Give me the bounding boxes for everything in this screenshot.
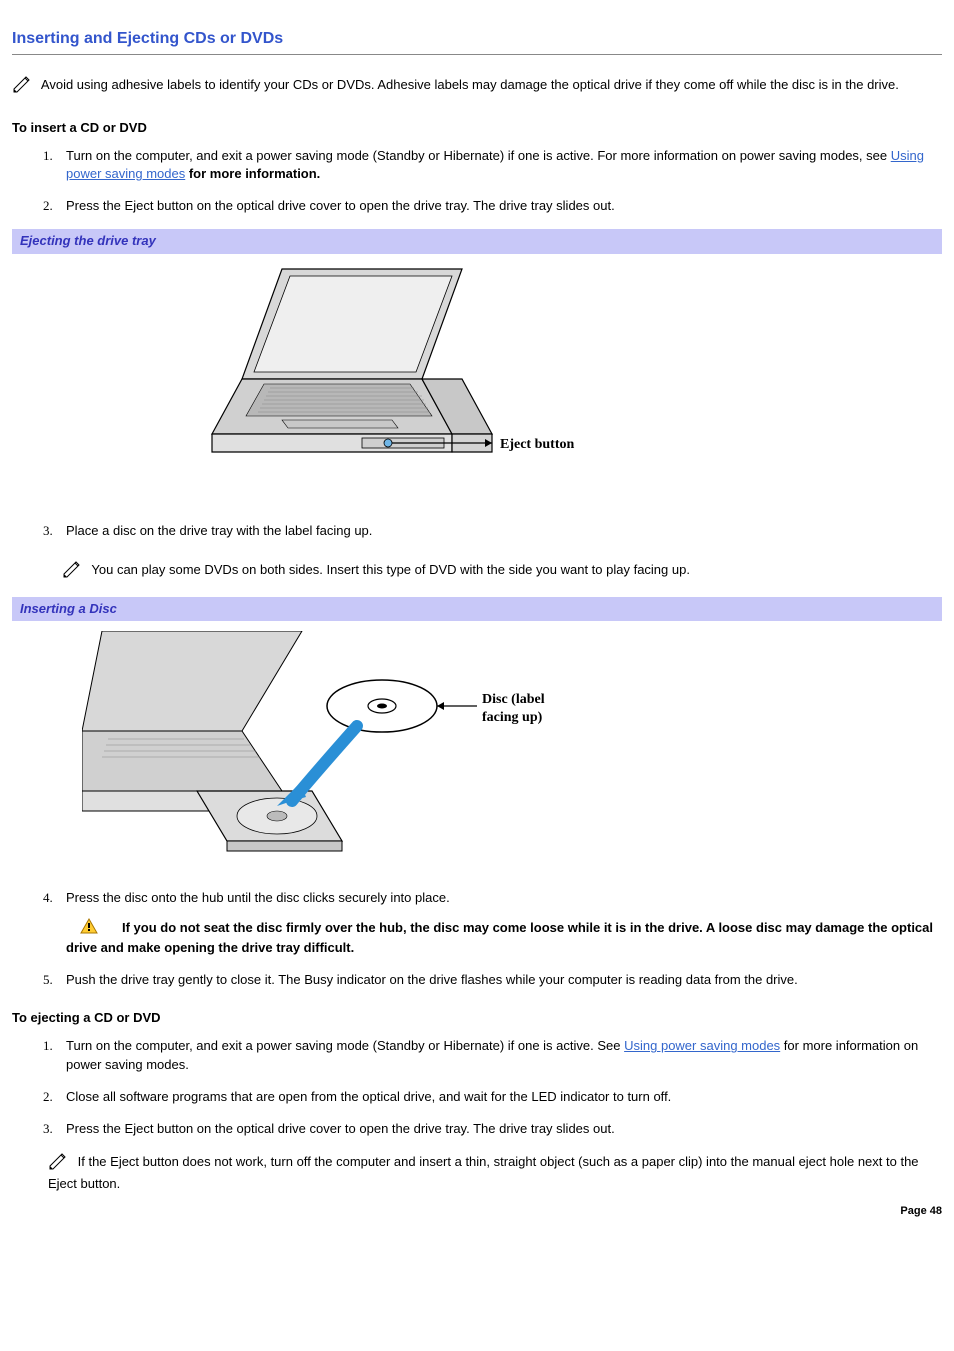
insert-step-3: Place a disc on the drive tray with the … — [56, 522, 942, 583]
figure2: Disc (label facing up) — [12, 621, 942, 881]
figure1-caption: Ejecting the drive tray — [12, 229, 942, 253]
eject-steps-list: Turn on the computer, and exit a power s… — [12, 1037, 942, 1138]
eject-step1-pre: Turn on the computer, and exit a power s… — [66, 1038, 624, 1053]
eject-note-text: If the Eject button does not work, turn … — [48, 1154, 919, 1191]
warning-icon — [80, 918, 98, 939]
insert-step3-note: You can play some DVDs on both sides. In… — [62, 560, 942, 583]
pencil-note-icon — [62, 560, 84, 583]
insert-step1-post: for more information. — [185, 166, 320, 181]
eject-heading: To ejecting a CD or DVD — [12, 1009, 942, 1027]
figure2-label-line2: facing up) — [482, 710, 543, 725]
figure2-label-line1: Disc (label — [482, 692, 545, 707]
intro-note-text: Avoid using adhesive labels to identify … — [41, 77, 899, 92]
insert-step3-note-text: You can play some DVDs on both sides. In… — [91, 562, 690, 577]
intro-note: Avoid using adhesive labels to identify … — [12, 75, 942, 98]
insert-step4-text: Press the disc onto the hub until the di… — [66, 890, 450, 905]
pencil-note-icon — [48, 1152, 70, 1175]
insert-heading: To insert a CD or DVD — [12, 119, 942, 137]
insert-steps-list-cont2: Press the disc onto the hub until the di… — [12, 889, 942, 989]
eject-step-2: Close all software programs that are ope… — [56, 1088, 942, 1106]
page-number: Page 48 — [12, 1204, 942, 1219]
insert-steps-list: Turn on the computer, and exit a power s… — [12, 147, 942, 216]
insert-steps-list-cont: Place a disc on the drive tray with the … — [12, 522, 942, 583]
figure2-caption: Inserting a Disc — [12, 597, 942, 621]
figure1: Eject button — [12, 254, 942, 514]
title-divider — [12, 54, 942, 55]
insert-step-1: Turn on the computer, and exit a power s… — [56, 147, 942, 183]
figure1-label: Eject button — [500, 437, 574, 452]
warning-text: If you do not seat the disc firmly over … — [66, 920, 933, 955]
insert-step-4: Press the disc onto the hub until the di… — [56, 889, 942, 957]
link-power-saving-modes-2[interactable]: Using power saving modes — [624, 1038, 780, 1053]
eject-note: If the Eject button does not work, turn … — [48, 1152, 942, 1193]
page-title: Inserting and Ejecting CDs or DVDs — [12, 28, 942, 50]
eject-step-3: Press the Eject button on the optical dr… — [56, 1120, 942, 1138]
eject-step-1: Turn on the computer, and exit a power s… — [56, 1037, 942, 1073]
warning-block: If you do not seat the disc firmly over … — [66, 918, 942, 957]
insert-step1-pre: Turn on the computer, and exit a power s… — [66, 148, 891, 163]
insert-step-5: Push the drive tray gently to close it. … — [56, 971, 942, 989]
insert-step3-text: Place a disc on the drive tray with the … — [66, 523, 372, 538]
insert-step-2: Press the Eject button on the optical dr… — [56, 197, 942, 215]
pencil-note-icon — [12, 75, 34, 98]
